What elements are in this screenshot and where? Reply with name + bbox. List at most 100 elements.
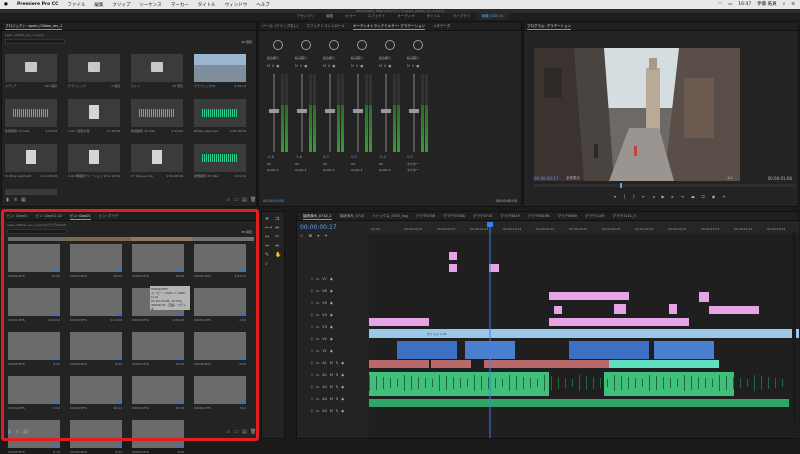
track-lock-icon[interactable]: ▯ xyxy=(311,277,313,281)
add-button-icon[interactable]: + xyxy=(722,194,725,200)
program-scrub-bar[interactable] xyxy=(534,183,796,188)
project-item[interactable]: Bilbao_Q&A.wav 5:05:18:09 xyxy=(194,99,246,133)
mute-button[interactable]: M xyxy=(330,385,333,389)
title-clip[interactable] xyxy=(709,306,759,314)
track-sync-icon[interactable]: ▭ xyxy=(316,397,319,401)
voiceover-icon[interactable]: ◉ xyxy=(341,409,344,413)
linked-selection-icon[interactable]: ⌘ xyxy=(308,233,312,238)
solo-button[interactable]: S xyxy=(336,361,338,365)
audio-clip[interactable] xyxy=(431,360,471,368)
tab-sequence[interactable]: リミックス_0707_fog xyxy=(372,212,407,220)
workspace-effects[interactable]: エフェクト xyxy=(363,13,391,20)
audio-clip[interactable] xyxy=(369,360,429,368)
video-clip[interactable] xyxy=(397,341,457,359)
tab-sequence[interactable]: グラデ0710 xyxy=(473,212,492,220)
program-ratio-select[interactable]: 1/2 xyxy=(727,176,733,180)
track-sync-icon[interactable]: ▭ xyxy=(316,385,319,389)
volume-value[interactable]: 0.0 xyxy=(323,155,329,159)
user-name[interactable]: 伊藤 皓真 xyxy=(757,1,776,7)
bin-clip[interactable]: 00036.MTS 8:05 xyxy=(70,332,122,366)
export-frame-icon[interactable]: ◉ xyxy=(712,194,716,200)
slide-tool-icon[interactable]: ⇎ xyxy=(275,243,282,249)
list-view-icon[interactable]: ≡ xyxy=(13,198,18,203)
bin-clip[interactable]: 00042.MTS 7:01 xyxy=(194,376,246,410)
apple-icon[interactable]: ● xyxy=(4,2,8,7)
toggle-output-icon[interactable]: ◉ xyxy=(330,349,333,353)
volume-value[interactable]: 0.0 xyxy=(351,155,357,159)
pan-knob[interactable] xyxy=(413,40,423,50)
play-icon[interactable]: ▶ xyxy=(661,194,664,200)
workspace-titles[interactable]: タイトル xyxy=(422,13,446,20)
track-lock-icon[interactable]: ▯ xyxy=(311,337,313,341)
track-lock-icon[interactable]: ▯ xyxy=(311,301,313,305)
go-to-out-icon[interactable]: ⇥ xyxy=(681,194,684,200)
bin-clip[interactable]: 00022.MTS 10:06 xyxy=(8,244,60,278)
toggle-output-icon[interactable]: ◉ xyxy=(330,337,333,341)
zoom-tool-icon[interactable]: ⌕ xyxy=(265,261,272,267)
title-clip[interactable] xyxy=(449,252,457,260)
track-sync-icon[interactable]: ▭ xyxy=(316,373,319,377)
mute-button[interactable]: M xyxy=(330,373,333,377)
project-item[interactable]: メディア 101 項目 xyxy=(5,54,57,88)
tab-sequence[interactable]: グラデ1121_3 xyxy=(612,212,635,220)
project-item[interactable]: ti-02 再撮影ナレーション 2:51:10:04 xyxy=(68,144,120,178)
menu-clip[interactable]: クリップ xyxy=(112,2,130,8)
track-sync-icon[interactable]: ▭ xyxy=(316,337,319,341)
title-clip[interactable] xyxy=(699,292,709,302)
mute-button[interactable]: M xyxy=(379,64,382,68)
bin-clip[interactable]: 00032.MTS 1:24:00 xyxy=(70,288,122,322)
project-item[interactable]: ih Wine ballot.pdf 2:11:10:08 xyxy=(5,144,57,178)
tab-effect-controls[interactable]: エフェクトコントロール xyxy=(306,22,345,30)
bin-clip[interactable]: 00024.MTS 10:06 xyxy=(132,244,184,278)
track-sync-icon[interactable]: ▭ xyxy=(316,289,319,293)
title-clip[interactable] xyxy=(369,318,429,326)
rate-stretch-tool-icon[interactable]: ↔ xyxy=(265,234,272,240)
mode-select[interactable]: 読み取り xyxy=(295,56,307,60)
volume-value[interactable]: -4.6 xyxy=(267,155,274,159)
volume-fader-handle[interactable] xyxy=(381,109,391,113)
mute-button[interactable]: M xyxy=(330,397,333,401)
mute-button[interactable]: M xyxy=(323,64,326,68)
wifi-icon[interactable]: ◠ xyxy=(718,2,722,7)
project-search-input[interactable] xyxy=(5,39,65,44)
solo-button[interactable]: S xyxy=(300,64,302,68)
go-to-in-icon[interactable]: ⇤ xyxy=(642,194,645,200)
project-item[interactable]: 新規録音 35.m4a 3:14:00 xyxy=(131,99,183,133)
track-select-tool-icon[interactable]: ⇉ xyxy=(275,216,282,222)
project-item[interactable]: 新規録音 47.m4a 1:01:10 xyxy=(194,144,246,178)
track-lock-icon[interactable]: ▯ xyxy=(311,373,313,377)
voiceover-icon[interactable]: ◉ xyxy=(341,385,344,389)
bin-clip[interactable]: 00031.MTS 4:04:12 xyxy=(8,288,60,322)
solo-button[interactable]: S xyxy=(356,64,358,68)
extract-icon[interactable]: ⏍ xyxy=(702,194,705,200)
menu-marker[interactable]: マーカー xyxy=(171,2,189,8)
track-lock-icon[interactable]: ▯ xyxy=(311,361,313,365)
voiceover-icon[interactable]: ◉ xyxy=(341,373,344,377)
razor-tool-icon[interactable]: ✂ xyxy=(275,234,282,240)
track-sync-icon[interactable]: ▭ xyxy=(316,277,319,281)
icon-view-icon[interactable]: ▦ xyxy=(21,198,26,203)
solo-button[interactable]: S xyxy=(336,397,338,401)
mark-out-icon[interactable]: } xyxy=(633,194,636,200)
timeline-area[interactable]: 00:00 00:00:04:23 00:00:09:23 00:00:14:23 00… xyxy=(369,222,799,438)
bin-clip[interactable]: 00034.MTS 2:04 xyxy=(194,288,246,322)
title-clip[interactable] xyxy=(449,264,457,272)
bin-clip[interactable]: 00040.MTS 16:11 xyxy=(70,376,122,410)
program-fit-select[interactable]: 全体表示 xyxy=(566,176,580,181)
app-menu[interactable]: Premiere Pro CC xyxy=(17,2,58,7)
bin-clip[interactable]: 00025.MTS 4:03:12 xyxy=(194,244,246,278)
tab-sequence[interactable]: グラデ0708 xyxy=(416,212,435,220)
track-sync-icon[interactable]: ▭ xyxy=(316,325,319,329)
mute-button[interactable]: M xyxy=(351,64,354,68)
audio-clip[interactable] xyxy=(484,360,609,368)
tab-bin-day01-02[interactable]: ビン: Day01-02 xyxy=(36,212,62,220)
title-clip[interactable] xyxy=(554,306,562,314)
record-button[interactable]: ● xyxy=(388,64,391,68)
battery-icon[interactable]: ▭ xyxy=(728,2,732,7)
volume-fader-handle[interactable] xyxy=(297,109,307,113)
program-playhead[interactable] xyxy=(620,183,622,188)
tab-audio-track-mixer[interactable]: オーディオトラックミキサー: グラデーション xyxy=(352,22,425,30)
tab-bin-day01[interactable]: ビン: Day01 xyxy=(7,212,28,220)
solo-button[interactable]: S xyxy=(272,64,274,68)
audio-clip[interactable] xyxy=(369,372,549,396)
